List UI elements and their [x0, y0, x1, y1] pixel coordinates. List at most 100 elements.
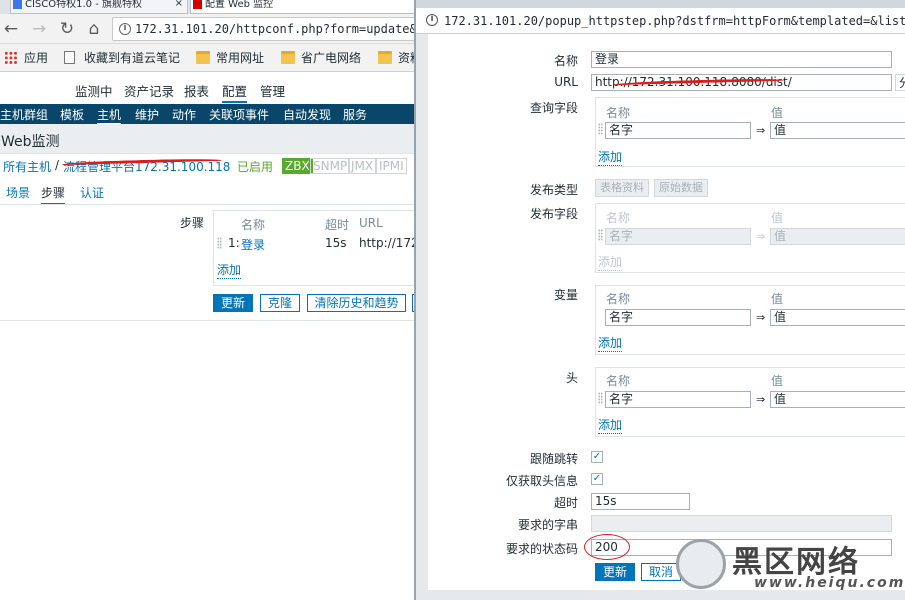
doc-favicon-icon [13, 0, 22, 9]
post-fields-label: 发布字段 [529, 207, 578, 221]
bookmark-label: 常用网址 [216, 51, 265, 65]
add-query-field-link[interactable]: 添加 [598, 148, 623, 166]
form-tabs: 场景 步骤 认证 [0, 180, 416, 205]
submenu-templates[interactable]: 模板 [60, 106, 84, 123]
popup-address-bar[interactable]: i 172.31.101.20/popup_httpstep.php?dstfr… [416, 8, 905, 34]
add-step-link[interactable]: 添加 [217, 261, 242, 279]
popup-update-button[interactable]: 更新 [595, 563, 635, 581]
bookmark-youdao[interactable]: 收藏到有道云笔记 [64, 50, 180, 66]
add-variable-link[interactable]: 添加 [598, 334, 623, 352]
name-label: 名称 [553, 54, 578, 68]
retrieve-headers-checkbox[interactable]: ✓ [591, 473, 603, 485]
submenu-hosts[interactable]: 主机 [97, 106, 122, 125]
add-header-link[interactable]: 添加 [598, 416, 623, 434]
col-name-header: 名称 [606, 211, 631, 225]
reload-icon[interactable]: ↻ [58, 20, 76, 38]
submenu-maintenance[interactable]: 维护 [135, 106, 159, 123]
query-name-input[interactable]: 名字 [605, 122, 751, 139]
update-button[interactable]: 更新 [213, 294, 253, 312]
folder-icon [281, 51, 295, 64]
menu-monitoring[interactable]: 监测中 [75, 81, 113, 100]
step-number: 1: [228, 236, 240, 250]
bookmarks-bar: 应用 收藏到有道云笔记 常用网址 省广电网络 资料 [0, 44, 416, 72]
folder-icon [196, 51, 210, 64]
clear-history-button[interactable]: 清除历史和趋势 [307, 294, 406, 312]
required-string-input[interactable] [591, 515, 892, 532]
close-tab-icon[interactable]: × [175, 0, 183, 9]
drag-handle-icon[interactable] [598, 123, 603, 135]
bookmark-apps[interactable]: 应用 [4, 50, 48, 66]
drag-handle-icon[interactable] [598, 392, 603, 404]
browser-tab-1[interactable]: CISCO特权1.0 - 旗舰特权 × [10, 0, 188, 14]
bookmark-label: 收藏到有道云笔记 [84, 51, 181, 65]
menu-configuration[interactable]: 配置 [222, 81, 248, 103]
tab-strip: CISCO特权1.0 - 旗舰特权 × 配置 Web 监控 [0, 0, 416, 14]
bookmark-docs[interactable]: 资料 [378, 50, 416, 66]
tab-title: CISCO特权1.0 - 旗舰特权 [25, 0, 143, 10]
info-icon[interactable]: i [119, 23, 131, 35]
bookmark-label: 应用 [24, 51, 49, 65]
home-icon[interactable]: ⌂ [85, 20, 103, 38]
tab-steps[interactable]: 步骤 [41, 184, 66, 205]
zbx-badge: ZBX [282, 158, 313, 174]
breadcrumb-all-hosts[interactable]: 所有主机 [3, 158, 51, 175]
post-value-input: 值 [770, 228, 905, 245]
url-parse-button[interactable]: 分 [895, 74, 905, 91]
bookmark-gdtv[interactable]: 省广电网络 [281, 50, 361, 66]
submenu-correlation[interactable]: 关联项事件 [209, 106, 269, 123]
steps-col-timeout: 超时 [325, 218, 350, 232]
info-icon[interactable]: i [426, 14, 438, 26]
breadcrumb-separator: / [55, 158, 60, 172]
menu-administration[interactable]: 管理 [260, 81, 285, 100]
post-name-input: 名字 [605, 228, 751, 245]
required-string-label: 要求的字串 [517, 518, 578, 532]
jmx-badge: JMX [348, 158, 377, 174]
query-fields-table: 名称 值 名字 ⇒ 值 添加 [595, 97, 905, 167]
content-bottom-border [0, 320, 416, 321]
col-value-header: 值 [771, 374, 784, 388]
col-name-header: 名称 [606, 292, 631, 306]
menu-reports[interactable]: 报表 [184, 81, 209, 100]
submenu-discovery[interactable]: 自动发现 [283, 106, 331, 123]
timeout-input[interactable]: 15s [591, 493, 690, 510]
apps-grid-icon [4, 51, 18, 64]
popup-cancel-button[interactable]: 取消 [641, 563, 681, 581]
header-name-input[interactable]: 名字 [605, 391, 751, 408]
submenu-services[interactable]: 服务 [343, 106, 367, 123]
drag-handle-icon[interactable] [217, 237, 222, 249]
headers-table: 名称 值 名字 ⇒ 值 添加 [595, 367, 905, 437]
submenu-host-groups[interactable]: 主机群组 [0, 106, 48, 123]
step-name-input[interactable]: 登录 [591, 51, 892, 68]
step-name-link[interactable]: 登录 [241, 236, 265, 253]
col-value-header: 值 [771, 292, 784, 306]
col-name-header: 名称 [606, 374, 631, 388]
watermark-logo-icon [676, 539, 726, 589]
menu-inventory[interactable]: 资产记录 [124, 81, 174, 100]
header-value-input[interactable]: 值 [770, 391, 905, 408]
tab-scenario[interactable]: 场景 [6, 184, 30, 201]
address-bar[interactable]: i 172.31.101.20/httpconf.php?form=update… [112, 17, 416, 41]
host-status[interactable]: 已启用 [237, 158, 273, 175]
back-icon[interactable]: ← [2, 20, 20, 38]
highlight-circle [584, 534, 630, 560]
bookmark-common-sites[interactable]: 常用网址 [196, 50, 264, 66]
page-icon [64, 51, 75, 64]
query-value-input[interactable]: 值 [770, 122, 905, 139]
submenu-actions[interactable]: 动作 [172, 106, 196, 123]
clone-button[interactable]: 克隆 [260, 294, 300, 312]
step-form: 名称 登录 URL http://172.31.100.118:8080/dis… [428, 34, 905, 590]
address-text: 172.31.101.20/httpconf.php?form=update&h [135, 22, 416, 36]
status-codes-label: 要求的状态码 [505, 542, 578, 556]
tab-authentication[interactable]: 认证 [80, 184, 104, 201]
variable-name-input[interactable]: 名字 [605, 309, 751, 326]
zabbix-sub-menu: 主机群组 模板 主机 维护 动作 关联项事件 自动发现 服务 [0, 104, 416, 125]
follow-redirects-checkbox[interactable]: ✓ [591, 451, 603, 463]
browser-tab-2[interactable]: 配置 Web 监控 [190, 0, 416, 14]
forward-icon[interactable]: → [30, 20, 48, 38]
variable-value-input[interactable]: 值 [770, 309, 905, 326]
post-type-label: 发布类型 [529, 183, 578, 197]
popup-title-bar [416, 0, 905, 8]
step-popup-window: i 172.31.101.20/popup_httpstep.php?dstfr… [414, 0, 905, 600]
steps-col-name: 名称 [241, 218, 266, 232]
arrow-icon: ⇒ [756, 393, 766, 406]
